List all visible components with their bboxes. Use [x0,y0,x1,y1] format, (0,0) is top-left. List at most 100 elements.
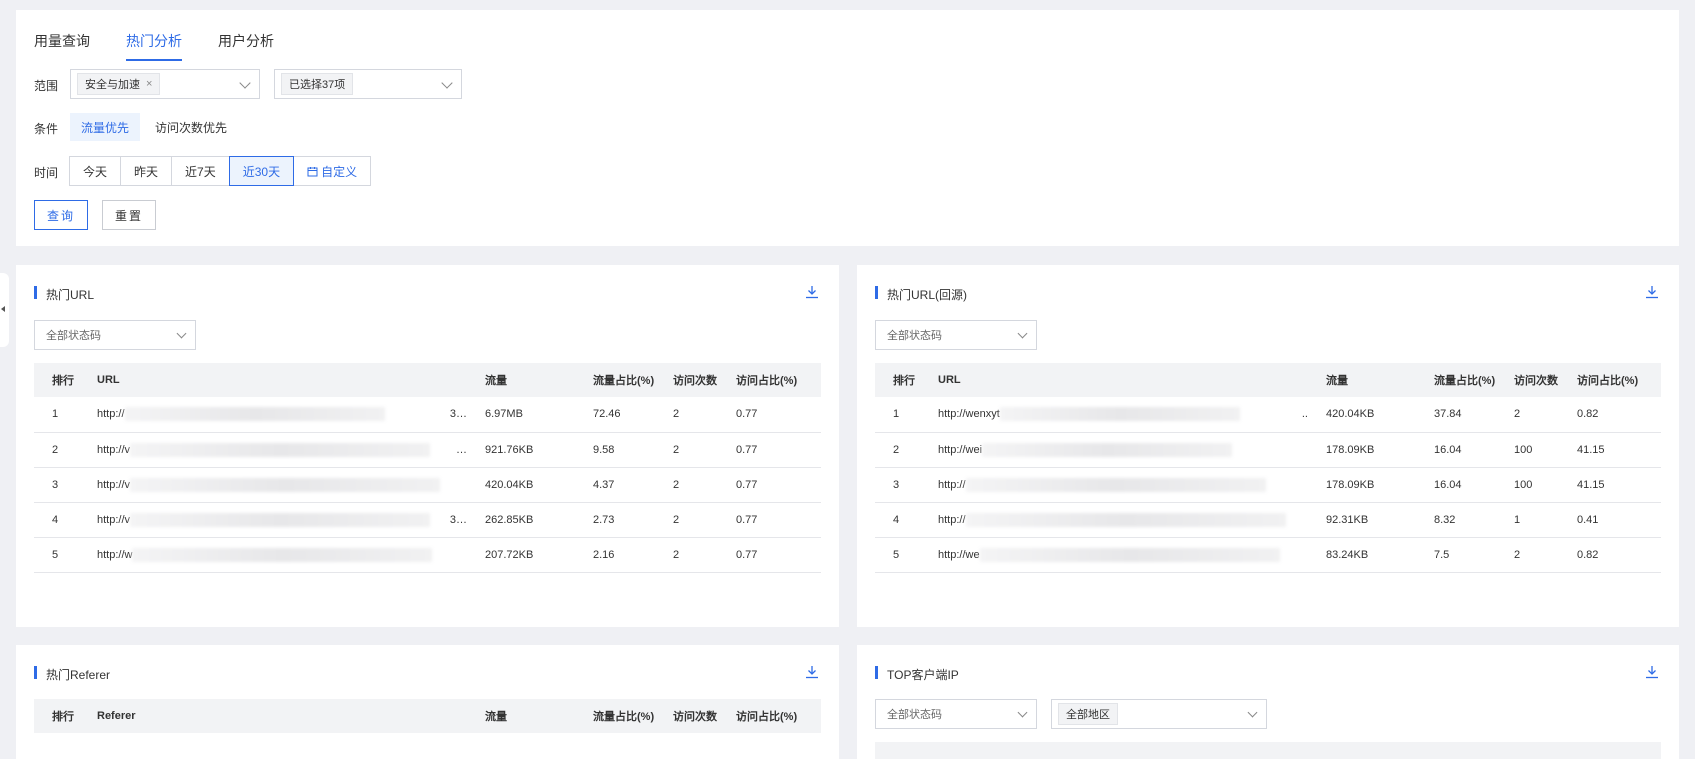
product-select[interactable]: 安全与加速 × [70,69,260,99]
download-icon[interactable] [805,665,819,679]
url-cell[interactable]: http://we [920,537,1308,573]
url-text: http:// [938,478,966,491]
hot-referer-table: 排行 Referer 流量 流量占比(%) 访问次数 访问占比(%) [34,699,821,733]
query-button[interactable]: 查询 [34,200,88,230]
traffic-cell: 207.72KB [467,537,575,573]
col-visits[interactable]: 访问次数 [655,363,718,397]
visit-pct-cell: 0.82 [1559,397,1661,433]
col-visit-pct[interactable]: 访问占比(%) [718,363,821,397]
table-header-row: 排行 Referer 流量 流量占比(%) 访问次数 访问占比(%) [34,699,821,733]
rank-cell: 3 [875,467,920,503]
table-header-row: 排行 URL 流量 流量占比(%) 访问次数 访问占比(%) [875,363,1661,397]
col-rank[interactable]: 排行 [875,363,920,397]
condition-visits-first[interactable]: 访问次数优先 [144,113,238,141]
time-today[interactable]: 今天 [69,156,122,186]
time-range-segment: 今天 昨天 近7天 近30天 自定义 [69,156,372,186]
visits-cell: 2 [1496,537,1559,573]
col-visit-pct[interactable]: 访问占比(%) [1559,363,1661,397]
table-row: 2 http://wei 178.09KB 16.04 100 41.15 [875,432,1661,468]
table-row: 3 http:// 178.09KB 16.04 100 41.15 [875,467,1661,503]
traffic-pct-cell: 4.37 [575,467,655,503]
time-label: 时间 [34,166,59,180]
url-cell[interactable]: http://v… [79,432,467,468]
traffic-cell: 420.04KB [467,467,575,503]
visit-pct-cell: 0.77 [718,467,821,503]
col-traffic-pct[interactable]: 流量占比(%) [1416,363,1496,397]
url-cell[interactable]: http:// [920,467,1308,503]
time-30days[interactable]: 近30天 [228,156,295,186]
col-rank[interactable]: 排行 [34,699,79,733]
visits-cell: 100 [1496,432,1559,468]
url-text: http://wenxyt [938,408,1000,421]
col-visits[interactable]: 访问次数 [655,699,718,733]
rank-cell: 5 [875,537,920,573]
col-traffic-pct[interactable]: 流量占比(%) [575,363,655,397]
status-select-value: 全部状态码 [887,330,942,342]
url-cell[interactable]: http://wenxyt.. [920,397,1308,433]
visits-cell: 2 [1496,397,1559,433]
time-custom[interactable]: 自定义 [293,156,372,186]
url-cell[interactable]: http://wei [920,432,1308,468]
url-cell[interactable]: http://w [79,537,467,573]
visits-cell: 2 [655,537,718,573]
hot-url-title: 热门URL [34,286,94,303]
traffic-cell: 178.09KB [1308,467,1416,503]
url-text: http://v [97,443,131,456]
col-rank[interactable]: 排行 [34,363,79,397]
url-ellipsis: 3… [449,513,467,526]
table-row: 5 http://w 207.72KB 2.16 2 0.77 [34,537,821,573]
sidebar-collapse-handle[interactable] [0,273,9,347]
col-traffic[interactable]: 流量 [467,699,575,733]
url-cell[interactable]: http:// 3… [79,397,467,433]
col-traffic[interactable]: 流量 [1308,363,1416,397]
tab-usage-query[interactable]: 用量查询 [34,31,90,61]
url-text: http://v [97,513,131,526]
traffic-pct-cell: 2.16 [575,537,655,573]
tab-hot-analysis[interactable]: 热门分析 [126,31,182,61]
redacted-url [979,547,1280,562]
url-text: http:// [938,513,966,526]
hot-url-origin-status-select[interactable]: 全部状态码 [875,320,1037,350]
visit-pct-cell: 0.41 [1559,502,1661,538]
col-visit-pct[interactable]: 访问占比(%) [718,699,821,733]
url-text: http:// [97,408,125,421]
col-traffic-pct[interactable]: 流量占比(%) [575,699,655,733]
product-chip-label: 安全与加速 [85,79,140,91]
table-row: 1 http://wenxyt.. 420.04KB 37.84 2 0.82 [875,397,1661,433]
visit-pct-cell: 0.77 [718,397,821,433]
url-text: http://w [97,548,133,561]
reset-button[interactable]: 重置 [102,200,156,230]
hot-url-origin-title: 热门URL(回源) [875,286,967,303]
hot-referer-title: 热门Referer [34,666,110,683]
traffic-pct-cell: 72.46 [575,397,655,433]
url-cell[interactable]: http://v [79,467,467,503]
condition-traffic-first[interactable]: 流量优先 [70,113,141,141]
hot-url-status-select[interactable]: 全部状态码 [34,320,196,350]
download-icon[interactable] [1645,665,1659,679]
redacted-url [965,477,1266,492]
visits-cell: 2 [655,397,718,433]
top-ip-status-select[interactable]: 全部状态码 [875,699,1037,729]
visits-cell: 1 [1496,502,1559,538]
visit-pct-cell: 41.15 [1559,467,1661,503]
status-select-value: 全部状态码 [46,330,101,342]
time-yesterday[interactable]: 昨天 [120,156,173,186]
rank-cell: 5 [34,537,79,573]
region-select[interactable]: 全部地区 [1051,699,1267,729]
url-ellipsis: 3… [449,408,467,420]
traffic-cell: 83.24KB [1308,537,1416,573]
traffic-cell: 921.76KB [467,432,575,468]
domain-select[interactable]: 已选择37项 [274,69,462,99]
col-traffic[interactable]: 流量 [467,363,575,397]
hot-url-table: 排行 URL 流量 流量占比(%) 访问次数 访问占比(%) 1 http:// 3… [34,363,821,573]
download-icon[interactable] [1645,285,1659,299]
tab-user-analysis[interactable]: 用户分析 [218,31,274,61]
table-row: 1 http:// 3… 6.97MB 72.46 2 0.77 [34,397,821,433]
chip-close-icon[interactable]: × [146,78,152,90]
time-7days[interactable]: 近7天 [171,156,230,186]
col-visits[interactable]: 访问次数 [1496,363,1559,397]
url-cell[interactable]: http://v 3… [79,502,467,538]
analysis-tabs: 用量查询 热门分析 用户分析 [34,31,274,61]
url-cell[interactable]: http:// [920,502,1308,538]
download-icon[interactable] [805,285,819,299]
